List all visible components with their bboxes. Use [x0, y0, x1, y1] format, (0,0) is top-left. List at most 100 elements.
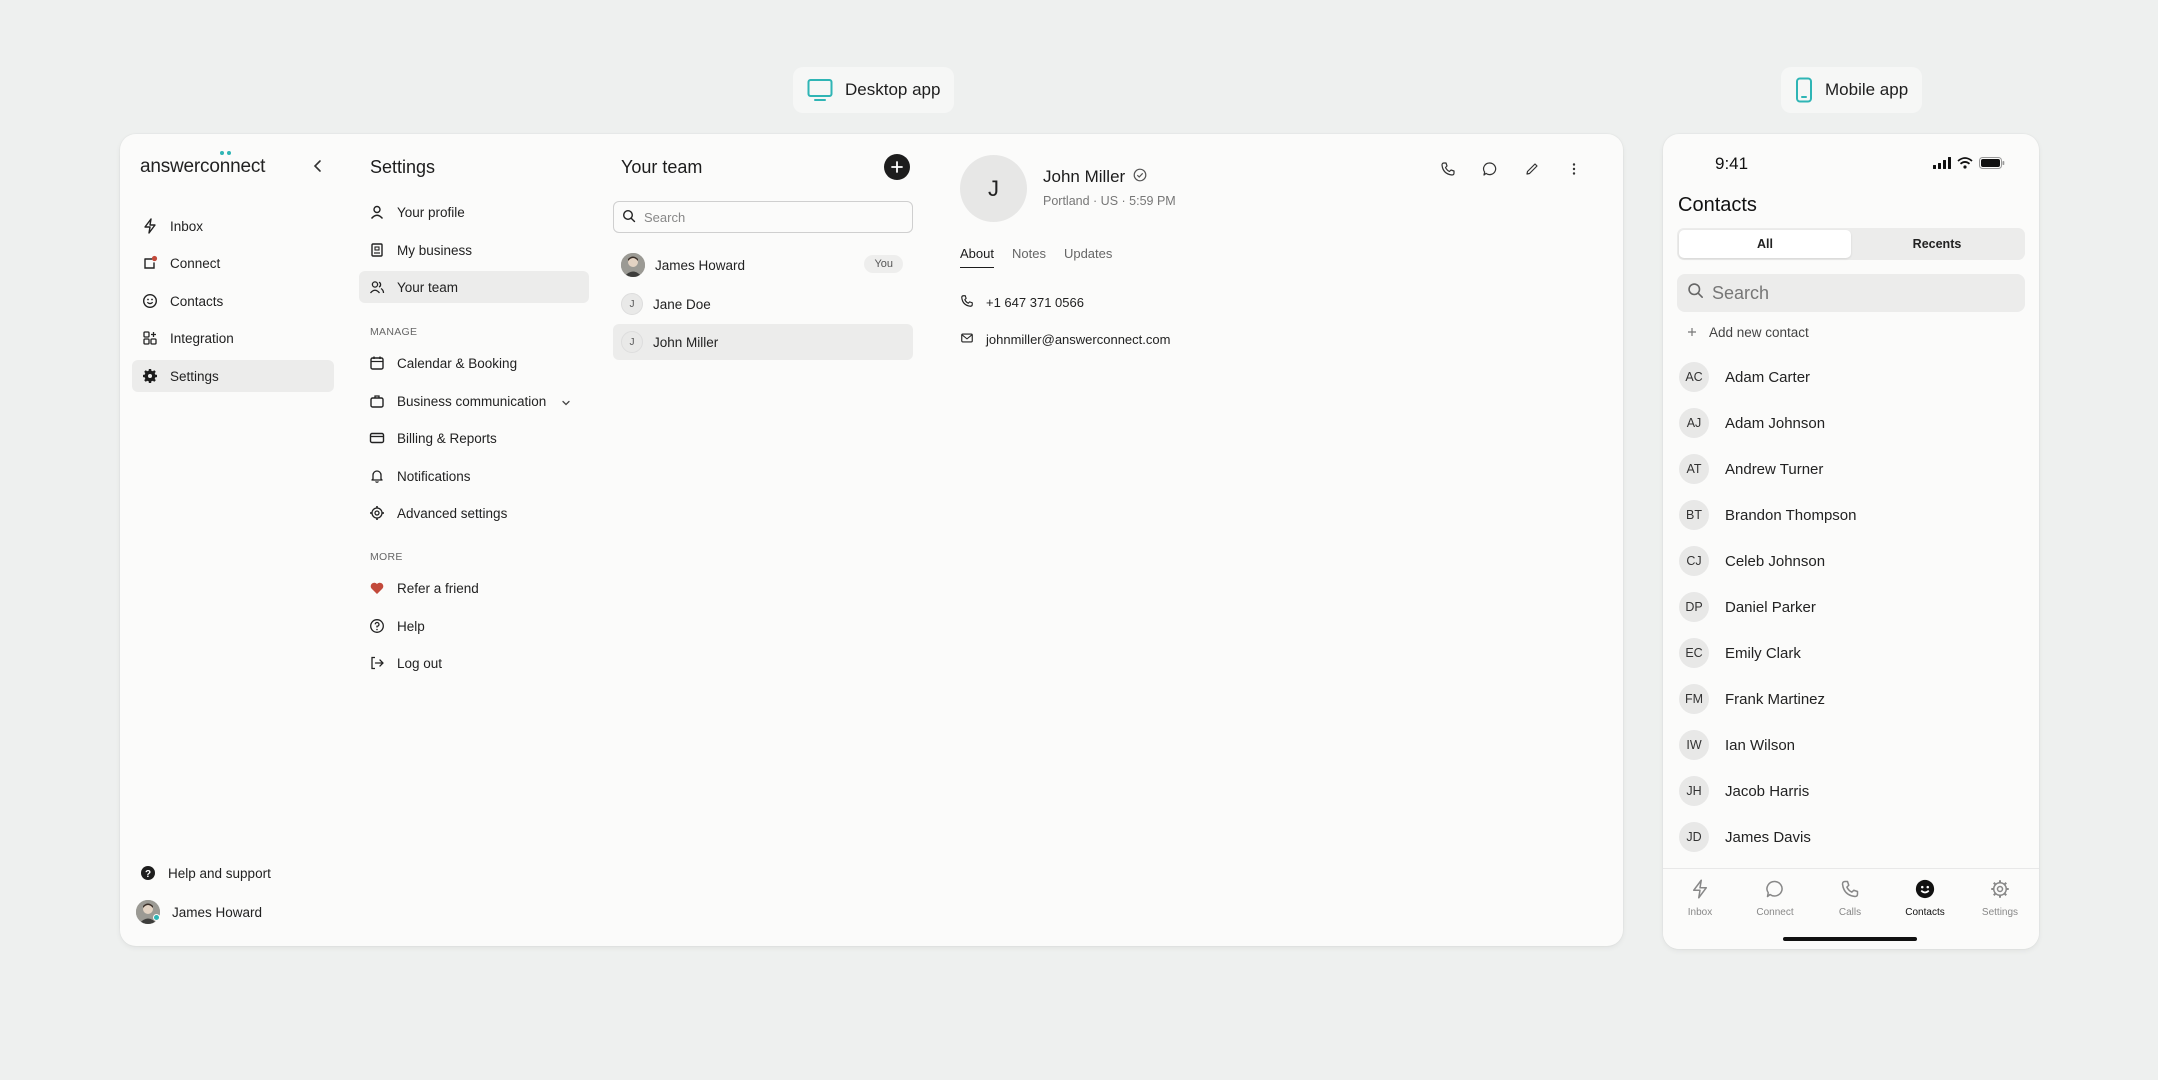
avatar: FM — [1679, 684, 1709, 714]
contact-list-item[interactable]: DP Daniel Parker — [1679, 592, 1816, 622]
segment-all[interactable]: All — [1679, 230, 1851, 258]
tab-about[interactable]: About — [960, 246, 994, 268]
question-circle-icon: ? — [140, 865, 156, 881]
settings-item-your-profile[interactable]: Your profile — [359, 196, 589, 228]
contact-name: Adam Carter — [1725, 368, 1811, 386]
avatar: DP — [1679, 592, 1709, 622]
edit-icon[interactable] — [1521, 158, 1543, 180]
settings-item-label: Billing & Reports — [397, 430, 497, 446]
settings-item-label: Business communication — [397, 393, 547, 409]
contact-list-item[interactable]: CJ Celeb Johnson — [1679, 546, 1825, 576]
svg-text:?: ? — [145, 869, 151, 880]
contact-name: John Miller — [1043, 167, 1147, 187]
settings-item-label: Your team — [397, 279, 459, 295]
phone-icon[interactable] — [1437, 158, 1459, 180]
contact-list-item[interactable]: AC Adam Carter — [1679, 362, 1810, 392]
member-name: James Howard — [655, 257, 746, 273]
contact-list-item[interactable]: JH Jacob Harris — [1679, 776, 1809, 806]
contact-phone-row[interactable]: +1 647 371 0566 — [960, 294, 1084, 311]
collapse-sidebar-button[interactable] — [306, 154, 330, 178]
contact-name: Brandon Thompson — [1725, 506, 1857, 524]
segment-recents[interactable]: Recents — [1851, 230, 2023, 258]
contact-list-item[interactable]: JD James Davis — [1679, 822, 1811, 852]
building-icon — [369, 242, 385, 258]
mobile-window: 9:41 Contacts All Recents Search Add new… — [1663, 134, 2039, 949]
team-search-input[interactable]: Search — [613, 201, 913, 233]
user-icon — [369, 204, 385, 220]
tab-settings[interactable]: Settings — [1965, 879, 2035, 918]
add-new-contact-button[interactable]: Add new contact — [1687, 325, 1809, 340]
contact-email-row[interactable]: johnmiller@answerconnect.com — [960, 331, 1170, 348]
more-vertical-icon[interactable] — [1563, 158, 1585, 180]
plus-icon — [1687, 325, 1697, 340]
tab-inbox[interactable]: Inbox — [1665, 879, 1735, 918]
settings-item-label: My business — [397, 242, 473, 258]
message-icon[interactable] — [1479, 158, 1501, 180]
team-member-john-miller[interactable]: J John Miller — [613, 324, 913, 360]
avatar: IW — [1679, 730, 1709, 760]
settings-item-calendar-booking[interactable]: Calendar & Booking — [359, 347, 589, 379]
avatar: EC — [1679, 638, 1709, 668]
sidebar-item-settings[interactable]: Settings — [132, 360, 334, 392]
tab-label: Settings — [1981, 907, 2019, 918]
contact-list-item[interactable]: AJ Adam Johnson — [1679, 408, 1825, 438]
avatar: AC — [1679, 362, 1709, 392]
settings-item-label: Log out — [397, 655, 443, 671]
member-name: John Miller — [653, 334, 719, 350]
tab-notes[interactable]: Notes — [1012, 246, 1046, 268]
sidebar-item-contacts[interactable]: Contacts — [132, 285, 334, 317]
contact-list-item[interactable]: IW Ian Wilson — [1679, 730, 1795, 760]
contact-name: Ian Wilson — [1725, 736, 1796, 754]
tab-contacts[interactable]: Contacts — [1890, 879, 1960, 918]
settings-item-business-communication[interactable]: Business communication — [359, 385, 589, 417]
help-and-support-link[interactable]: ? Help and support — [140, 865, 271, 881]
contact-list-item[interactable]: FM Frank Martinez — [1679, 684, 1825, 714]
desktop-window: answerconnect Inbox Connect Contacts Int… — [120, 134, 1623, 946]
sidebar-item-inbox[interactable]: Inbox — [132, 210, 334, 242]
logo[interactable]: answerconnect — [140, 151, 265, 178]
settings-item-advanced-settings[interactable]: Advanced settings — [359, 497, 589, 529]
settings-item-label: Advanced settings — [397, 505, 508, 521]
sidebar-item-label: Integration — [170, 330, 234, 346]
sidebar-item-label: Contacts — [170, 293, 224, 309]
settings-item-help[interactable]: Help — [359, 610, 589, 642]
sidebar-item-label: Inbox — [170, 218, 204, 234]
wifi-icon — [1957, 156, 1973, 174]
add-new-contact-label: Add new contact — [1709, 325, 1809, 340]
contact-name: Emily Clark — [1725, 644, 1801, 662]
team-member-james-howard[interactable]: James Howard You — [613, 247, 913, 283]
settings-item-log-out[interactable]: Log out — [359, 647, 589, 679]
sidebar-item-integration[interactable]: Integration — [132, 322, 334, 354]
settings-item-label: Help — [397, 618, 425, 634]
contact-email: johnmiller@answerconnect.com — [986, 332, 1171, 347]
tab-updates[interactable]: Updates — [1064, 246, 1112, 268]
chat-bubble-icon — [1764, 879, 1786, 902]
add-team-member-button[interactable] — [884, 154, 910, 180]
online-status-dot — [153, 914, 160, 921]
settings-item-refer-a-friend[interactable]: Refer a friend — [359, 572, 589, 604]
contact-list-item[interactable]: AT Andrew Turner — [1679, 454, 1823, 484]
tab-label: Calls — [1838, 907, 1862, 918]
settings-item-notifications[interactable]: Notifications — [359, 460, 589, 492]
chevron-down-icon[interactable] — [561, 396, 571, 411]
avatar: J — [621, 331, 643, 353]
member-name: Jane Doe — [653, 296, 711, 312]
contacts-search-input[interactable]: Search — [1677, 274, 2025, 312]
contact-name: James Davis — [1725, 828, 1811, 846]
mobile-app-text: Mobile app — [1825, 80, 1909, 99]
settings-item-your-team[interactable]: Your team — [359, 271, 589, 303]
contact-name: Frank Martinez — [1725, 690, 1826, 708]
settings-item-my-business[interactable]: My business — [359, 234, 589, 266]
tab-calls[interactable]: Calls — [1815, 879, 1885, 918]
team-member-jane-doe[interactable]: J Jane Doe — [613, 286, 913, 322]
contact-list-item[interactable]: BT Brandon Thompson — [1679, 500, 1856, 530]
sidebar-item-connect[interactable]: Connect — [132, 247, 334, 279]
avatar: BT — [1679, 500, 1709, 530]
tab-connect[interactable]: Connect — [1740, 879, 1810, 918]
settings-item-billing-reports[interactable]: Billing & Reports — [359, 422, 589, 454]
tab-label: Inbox — [1687, 907, 1713, 918]
tab-label: Contacts — [1905, 907, 1945, 918]
search-icon — [622, 209, 636, 226]
contact-list-item[interactable]: EC Emily Clark — [1679, 638, 1801, 668]
status-icons — [1933, 156, 2005, 174]
